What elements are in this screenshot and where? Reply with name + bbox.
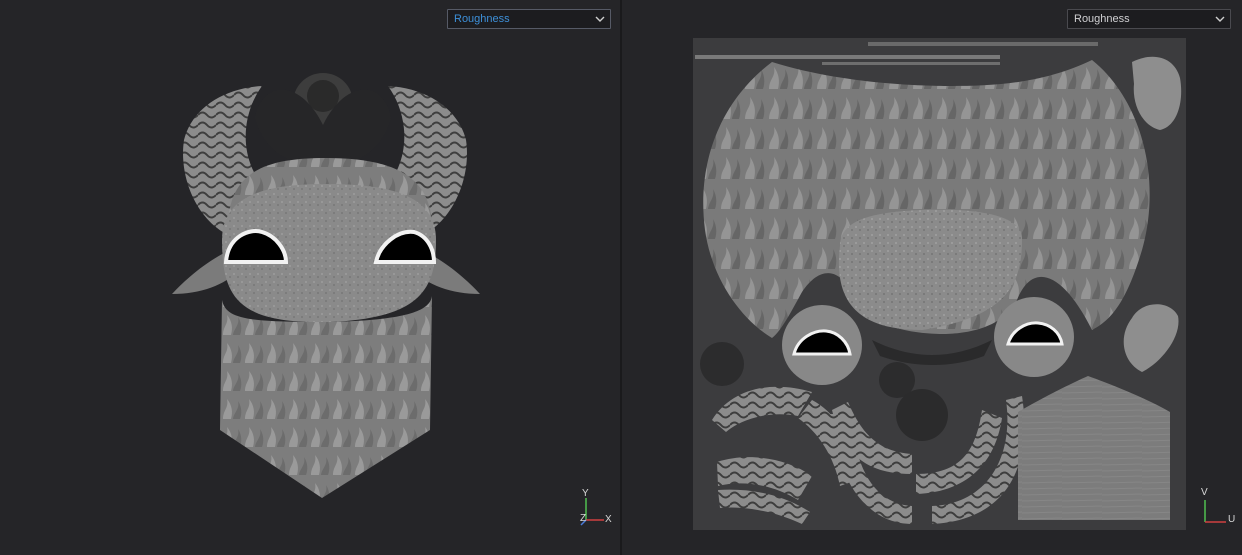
texture-viewer-app: Roughness Y Z X Roughness V U xyxy=(0,0,1242,555)
3d-model-mask[interactable] xyxy=(0,0,620,555)
axis-label-u: U xyxy=(1228,514,1236,525)
chevron-down-icon xyxy=(1215,16,1225,22)
channel-select-value: Roughness xyxy=(1074,13,1130,25)
uv-texture-sheet[interactable] xyxy=(622,0,1242,555)
axis-label-x: X xyxy=(605,514,612,525)
axis-label-v: V xyxy=(1201,487,1208,498)
chevron-down-icon xyxy=(595,16,605,22)
axis-label-z: Z xyxy=(580,513,587,524)
axis-label-y: Y xyxy=(582,488,589,499)
viewport-3d[interactable]: Roughness Y Z X xyxy=(0,0,620,555)
snout xyxy=(220,296,432,498)
channel-select-value: Roughness xyxy=(454,13,510,25)
channel-select-uv[interactable]: Roughness xyxy=(1067,9,1231,29)
channel-select-3d[interactable]: Roughness xyxy=(447,9,611,29)
viewport-uv[interactable]: Roughness V U xyxy=(622,0,1242,555)
